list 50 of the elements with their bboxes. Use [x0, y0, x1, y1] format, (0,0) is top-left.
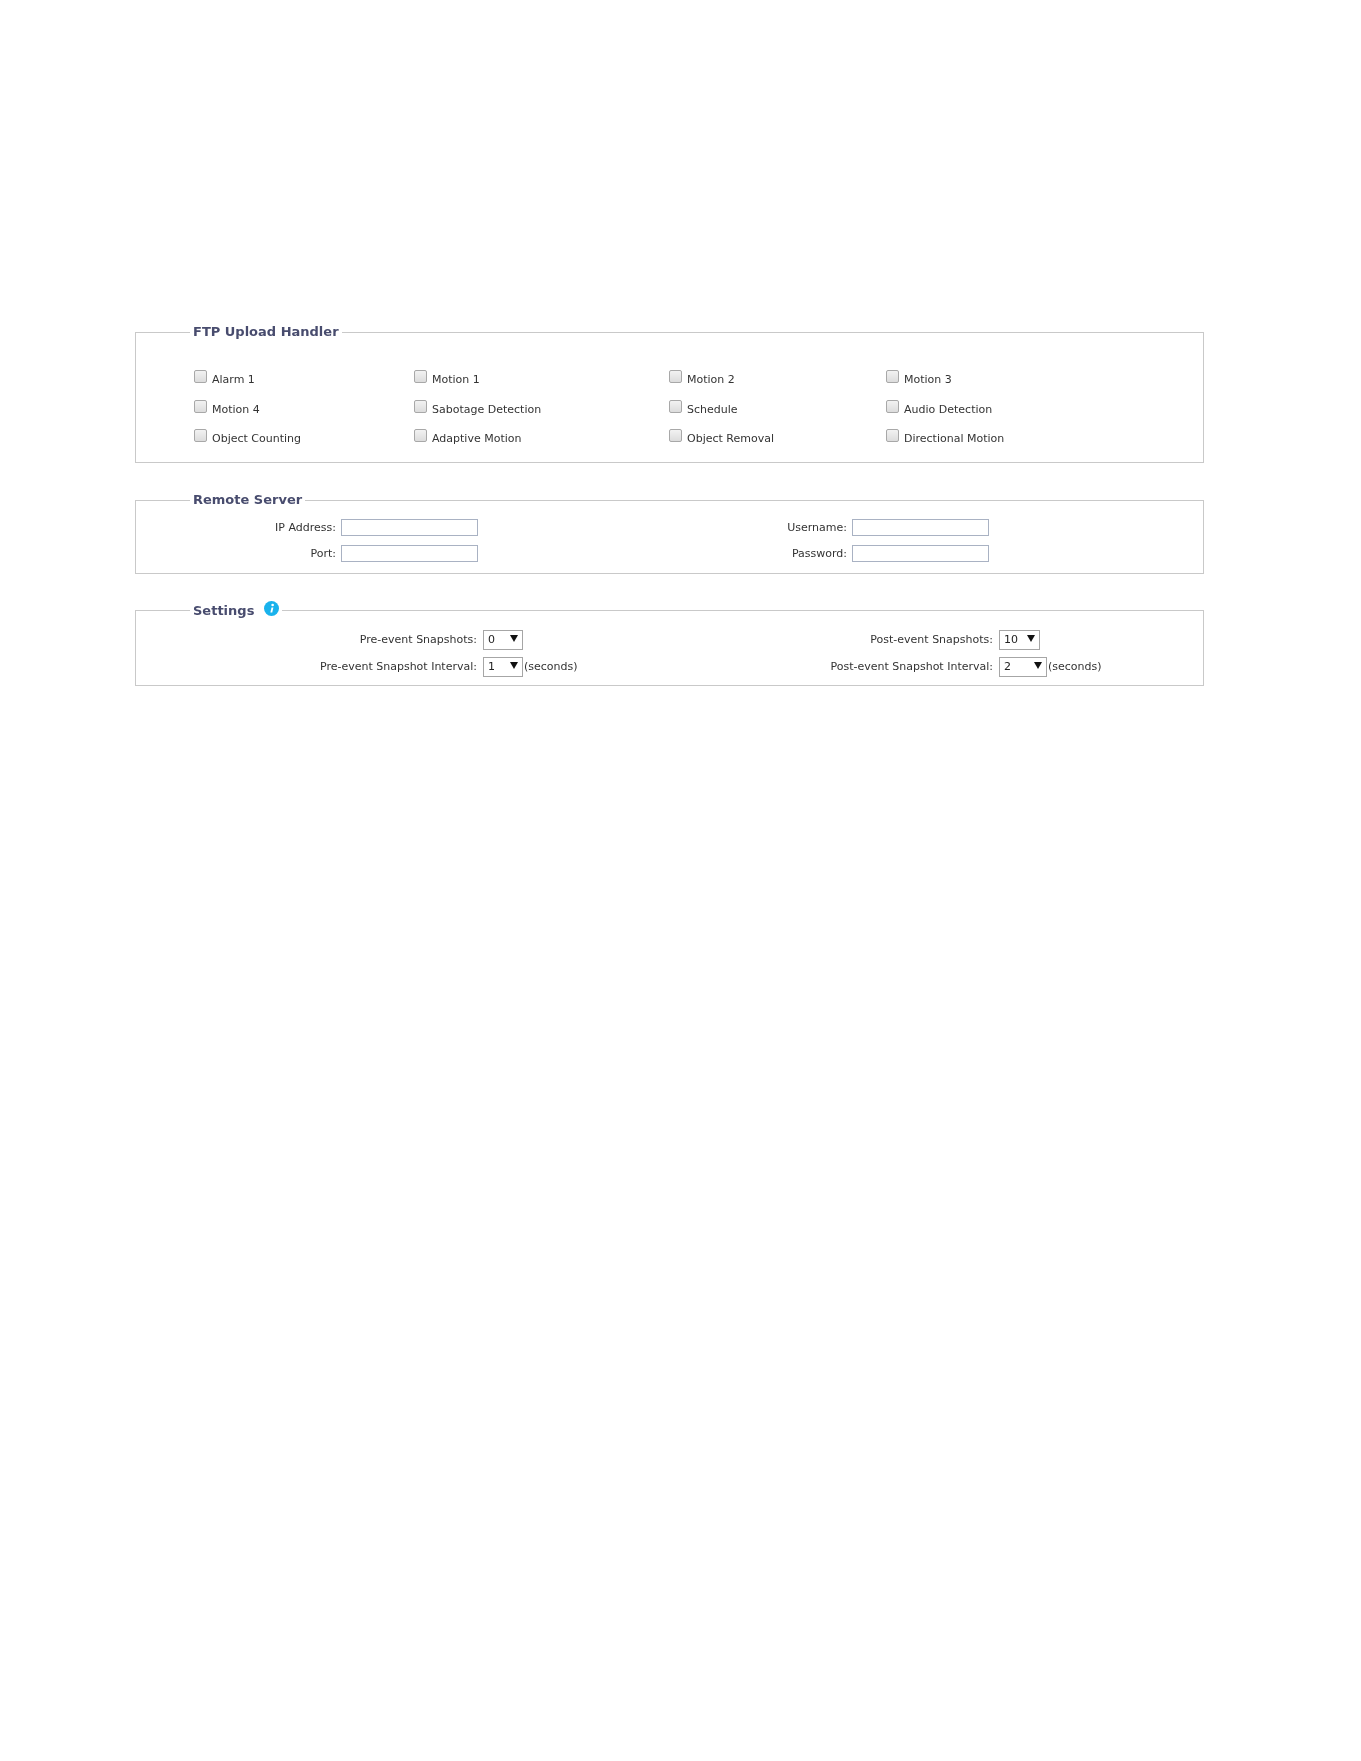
unit-label: (seconds): [524, 660, 578, 673]
checkbox-label: Object Removal: [687, 431, 774, 447]
field-label: Username:: [787, 520, 847, 534]
checkbox-label: Audio Detection: [904, 401, 993, 418]
checkbox[interactable]: [886, 429, 899, 442]
field-label: Pre-event Snapshot Interval:: [319, 660, 477, 673]
caret-icon: [510, 661, 518, 669]
checkbox-label: Object Counting: [212, 431, 301, 447]
field-label: Password:: [791, 546, 847, 560]
field-label: Post-event Snapshot Interval:: [830, 660, 993, 673]
text-field[interactable]: [341, 518, 478, 536]
checkbox-label: Directional Motion: [904, 431, 1005, 447]
dropdown[interactable]: 1: [483, 656, 523, 677]
checkbox-label: Motion 1: [432, 372, 480, 388]
checkbox[interactable]: [886, 399, 899, 413]
checkbox-label: Motion 2: [687, 372, 735, 388]
section-title: FTP Upload Handler: [192, 323, 340, 341]
checkbox[interactable]: [194, 370, 207, 383]
checkbox-label: Motion 4: [212, 401, 260, 418]
checkbox[interactable]: [669, 370, 682, 383]
dropdown[interactable]: 0: [483, 629, 523, 650]
checkbox[interactable]: [414, 429, 427, 442]
caret-icon: [1027, 634, 1035, 642]
checkbox-label: Adaptive Motion: [432, 431, 522, 447]
text-field[interactable]: [852, 518, 989, 536]
checkbox[interactable]: [886, 370, 899, 383]
caret-icon: [1034, 661, 1042, 669]
checkbox-label: Motion 3: [904, 372, 952, 388]
checkbox[interactable]: [669, 399, 682, 413]
dropdown[interactable]: 2: [999, 656, 1047, 677]
checkbox-label: Alarm 1: [212, 372, 255, 388]
checkbox[interactable]: [414, 370, 427, 383]
field-label: IP Address:: [275, 520, 336, 534]
checkbox[interactable]: [194, 399, 207, 413]
field-label: Pre-event Snapshots:: [359, 633, 477, 646]
section-title: Settings: [193, 601, 255, 620]
dropdown[interactable]: 10: [999, 629, 1040, 650]
checkbox[interactable]: [669, 429, 682, 442]
text-field[interactable]: [852, 544, 989, 562]
field-label: Port:: [310, 546, 336, 560]
checkbox[interactable]: [194, 429, 207, 442]
checkbox-label: Schedule: [687, 401, 738, 418]
checkbox-label: Sabotage Detection: [432, 401, 542, 418]
unit-label: (seconds): [1048, 660, 1102, 673]
section-title: Remote Server: [192, 491, 304, 509]
checkbox[interactable]: [414, 399, 427, 413]
caret-icon: [510, 634, 518, 642]
info-icon[interactable]: [264, 601, 280, 616]
field-label: Post-event Snapshots:: [870, 633, 993, 646]
text-field[interactable]: [341, 544, 478, 562]
